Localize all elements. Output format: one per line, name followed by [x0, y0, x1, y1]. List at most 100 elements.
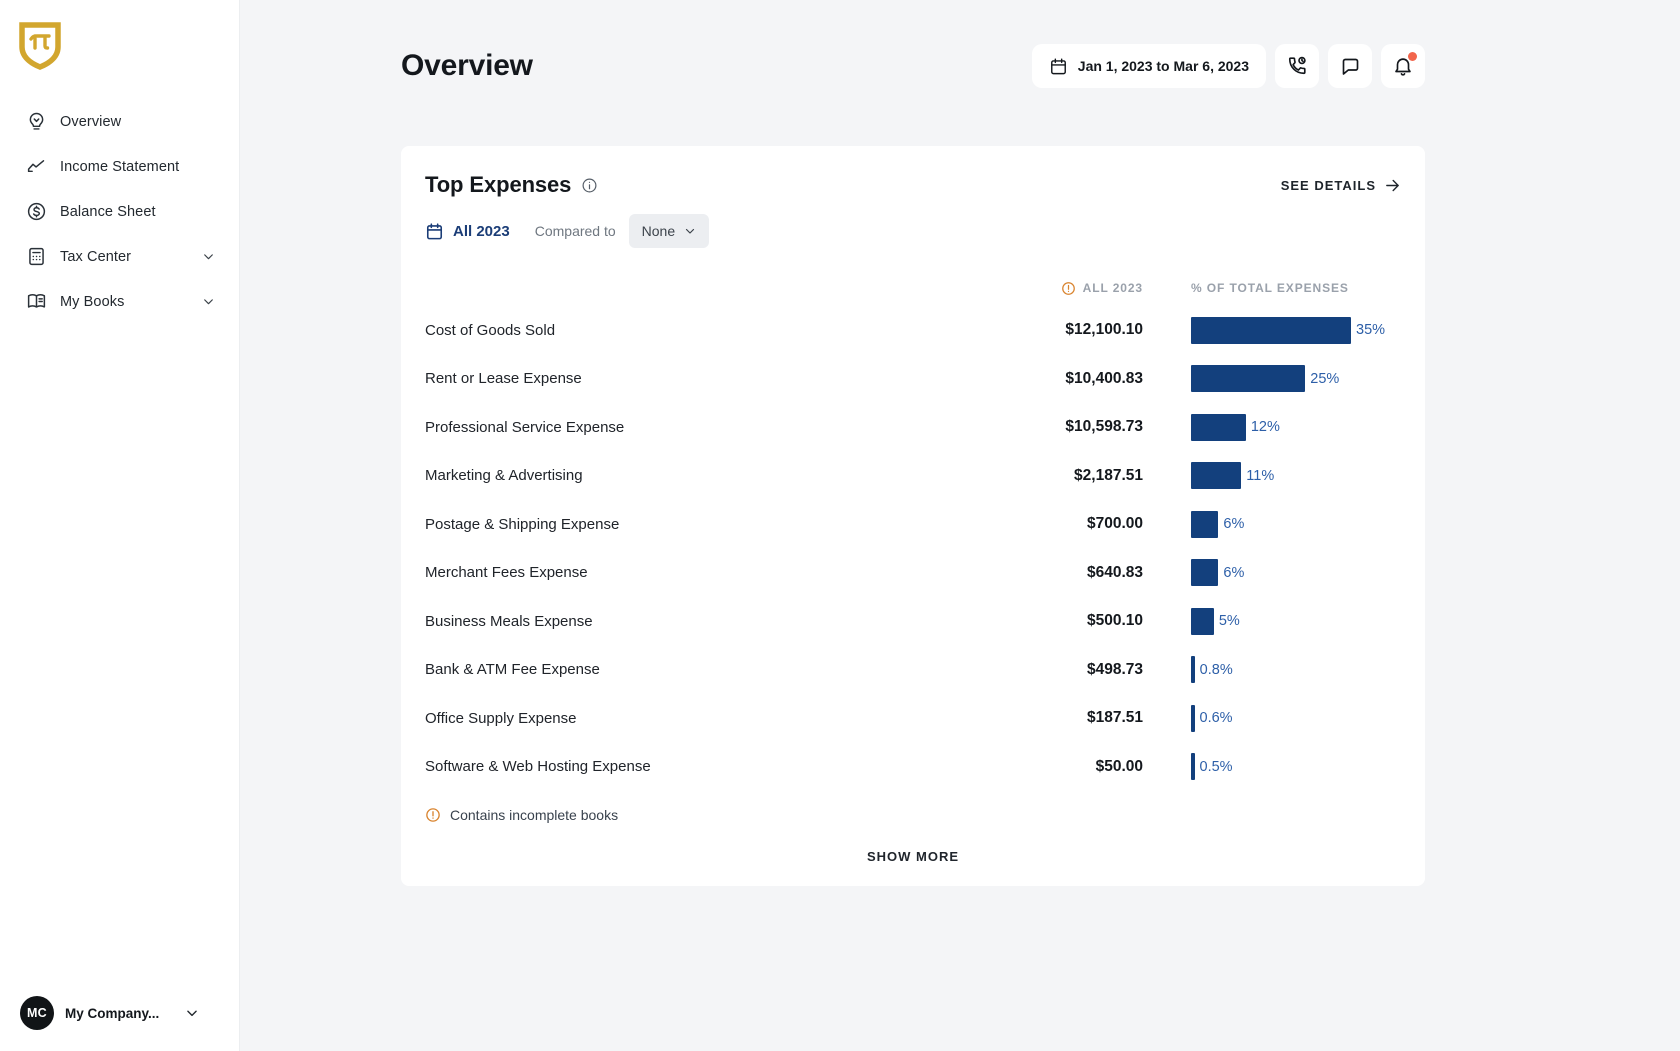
column-header-amount: ALL 2023	[963, 281, 1143, 296]
warning-icon	[425, 807, 441, 823]
column-header-percent: % OF TOTAL EXPENSES	[1191, 281, 1401, 295]
expense-bar-cell: 25%	[1191, 365, 1401, 392]
expense-amount: $187.51	[963, 709, 1143, 727]
compare-dropdown[interactable]: None	[629, 214, 709, 248]
expense-bar	[1191, 608, 1214, 635]
warning-icon	[1061, 281, 1076, 296]
chat-icon	[1340, 56, 1361, 77]
expense-row: Office Supply Expense $187.51 0.6%	[425, 694, 1401, 743]
table-column-headers: ALL 2023 % OF TOTAL EXPENSES	[425, 278, 1401, 298]
line-chart-icon	[26, 156, 47, 177]
expense-amount: $50.00	[963, 758, 1143, 776]
company-avatar: MC	[20, 996, 54, 1030]
sidebar-item-my-books[interactable]: My Books	[0, 279, 239, 324]
expense-bar-cell: 35%	[1191, 317, 1401, 344]
sidebar-item-label: Overview	[60, 114, 121, 130]
expense-row: Postage & Shipping Expense $700.00 6%	[425, 500, 1401, 549]
sidebar-item-overview[interactable]: Overview	[0, 99, 239, 144]
expense-label: Professional Service Expense	[425, 419, 915, 436]
expense-percent: 12%	[1251, 419, 1280, 435]
expense-bar	[1191, 753, 1195, 780]
expense-row: Professional Service Expense $10,598.73 …	[425, 403, 1401, 452]
notifications-button[interactable]	[1381, 44, 1425, 88]
expense-amount: $10,400.83	[963, 370, 1143, 388]
expense-row: Merchant Fees Expense $640.83 6%	[425, 549, 1401, 598]
top-expenses-card: Top Expenses SEE DETAILS	[401, 146, 1425, 886]
expense-bar-cell: 12%	[1191, 414, 1401, 441]
expense-row: Cost of Goods Sold $12,100.10 35%	[425, 306, 1401, 355]
company-selector[interactable]: MC My Company...	[0, 991, 239, 1035]
incomplete-books-note: Contains incomplete books	[425, 807, 1401, 823]
show-more-button[interactable]: SHOW MORE	[867, 849, 959, 864]
expense-amount: $498.73	[963, 661, 1143, 679]
expense-row: Bank & ATM Fee Expense $498.73 0.8%	[425, 646, 1401, 695]
expense-amount: $640.83	[963, 564, 1143, 582]
period-selector[interactable]: All 2023	[425, 222, 510, 241]
expense-percent: 25%	[1310, 371, 1339, 387]
card-filter-row: All 2023 Compared to None	[425, 214, 1401, 248]
period-label: All 2023	[453, 223, 510, 240]
expense-bar-cell: 6%	[1191, 511, 1401, 538]
app-logo[interactable]	[0, 0, 239, 71]
expense-label: Postage & Shipping Expense	[425, 516, 915, 533]
sidebar-item-balance-sheet[interactable]: Balance Sheet	[0, 189, 239, 234]
sidebar: Overview Income Statement Balance Sheet	[0, 0, 240, 1051]
expense-amount: $700.00	[963, 515, 1143, 533]
compare-value: None	[642, 223, 675, 239]
page-title: Overview	[401, 49, 533, 83]
sidebar-item-income-statement[interactable]: Income Statement	[0, 144, 239, 189]
sidebar-nav: Overview Income Statement Balance Sheet	[0, 99, 239, 324]
notification-dot	[1408, 52, 1417, 61]
dollar-circle-icon	[26, 201, 47, 222]
expense-bar	[1191, 462, 1241, 489]
expense-row: Software & Web Hosting Expense $50.00 0.…	[425, 743, 1401, 792]
expense-amount: $10,598.73	[963, 418, 1143, 436]
sidebar-item-tax-center[interactable]: Tax Center	[0, 234, 239, 279]
expense-amount: $2,187.51	[963, 467, 1143, 485]
chevron-down-icon	[202, 250, 215, 263]
expense-bar	[1191, 365, 1305, 392]
expense-amount: $12,100.10	[963, 321, 1143, 339]
see-details-link[interactable]: SEE DETAILS	[1281, 177, 1401, 194]
expense-row: Business Meals Expense $500.10 5%	[425, 597, 1401, 646]
main-area: Overview Jan 1, 2023 to Mar 6, 2023	[240, 0, 1680, 1051]
expense-percent: 11%	[1246, 468, 1274, 484]
expense-label: Office Supply Expense	[425, 710, 915, 727]
expense-label: Cost of Goods Sold	[425, 322, 915, 339]
expense-percent: 6%	[1223, 516, 1244, 532]
company-name: My Company...	[65, 1006, 159, 1021]
expense-row: Rent or Lease Expense $10,400.83 25%	[425, 355, 1401, 404]
page-header: Overview Jan 1, 2023 to Mar 6, 2023	[401, 42, 1425, 90]
expense-bar	[1191, 656, 1195, 683]
toolbar: Jan 1, 2023 to Mar 6, 2023	[1032, 44, 1425, 88]
chevron-down-icon	[185, 1006, 199, 1020]
info-icon[interactable]	[581, 177, 598, 194]
lightbulb-icon	[26, 111, 47, 132]
expense-bar	[1191, 414, 1246, 441]
expense-rows: Cost of Goods Sold $12,100.10 35% Rent o…	[425, 306, 1401, 791]
expense-bar-cell: 11%	[1191, 462, 1401, 489]
expense-label: Merchant Fees Expense	[425, 564, 915, 581]
schedule-call-button[interactable]	[1275, 44, 1319, 88]
book-icon	[26, 291, 47, 312]
chat-button[interactable]	[1328, 44, 1372, 88]
expense-bar	[1191, 511, 1218, 538]
incomplete-books-text: Contains incomplete books	[450, 807, 618, 823]
expense-percent: 6%	[1223, 565, 1244, 581]
sidebar-item-label: Tax Center	[60, 249, 131, 265]
phone-schedule-icon	[1286, 55, 1308, 77]
expense-bar	[1191, 559, 1218, 586]
expense-row: Marketing & Advertising $2,187.51 11%	[425, 452, 1401, 501]
calendar-icon	[1049, 57, 1068, 76]
sidebar-item-label: Income Statement	[60, 159, 179, 175]
expense-percent: 5%	[1219, 613, 1240, 629]
expense-bar-cell: 5%	[1191, 608, 1401, 635]
date-range-picker[interactable]: Jan 1, 2023 to Mar 6, 2023	[1032, 44, 1266, 88]
compared-to-label: Compared to	[535, 223, 616, 239]
expense-bar-cell: 0.5%	[1191, 753, 1401, 780]
expense-percent: 35%	[1356, 322, 1385, 338]
pilot-shield-logo-icon	[18, 22, 62, 71]
expense-bar	[1191, 317, 1351, 344]
date-range-text: Jan 1, 2023 to Mar 6, 2023	[1078, 58, 1249, 74]
expense-percent: 0.6%	[1200, 710, 1233, 726]
